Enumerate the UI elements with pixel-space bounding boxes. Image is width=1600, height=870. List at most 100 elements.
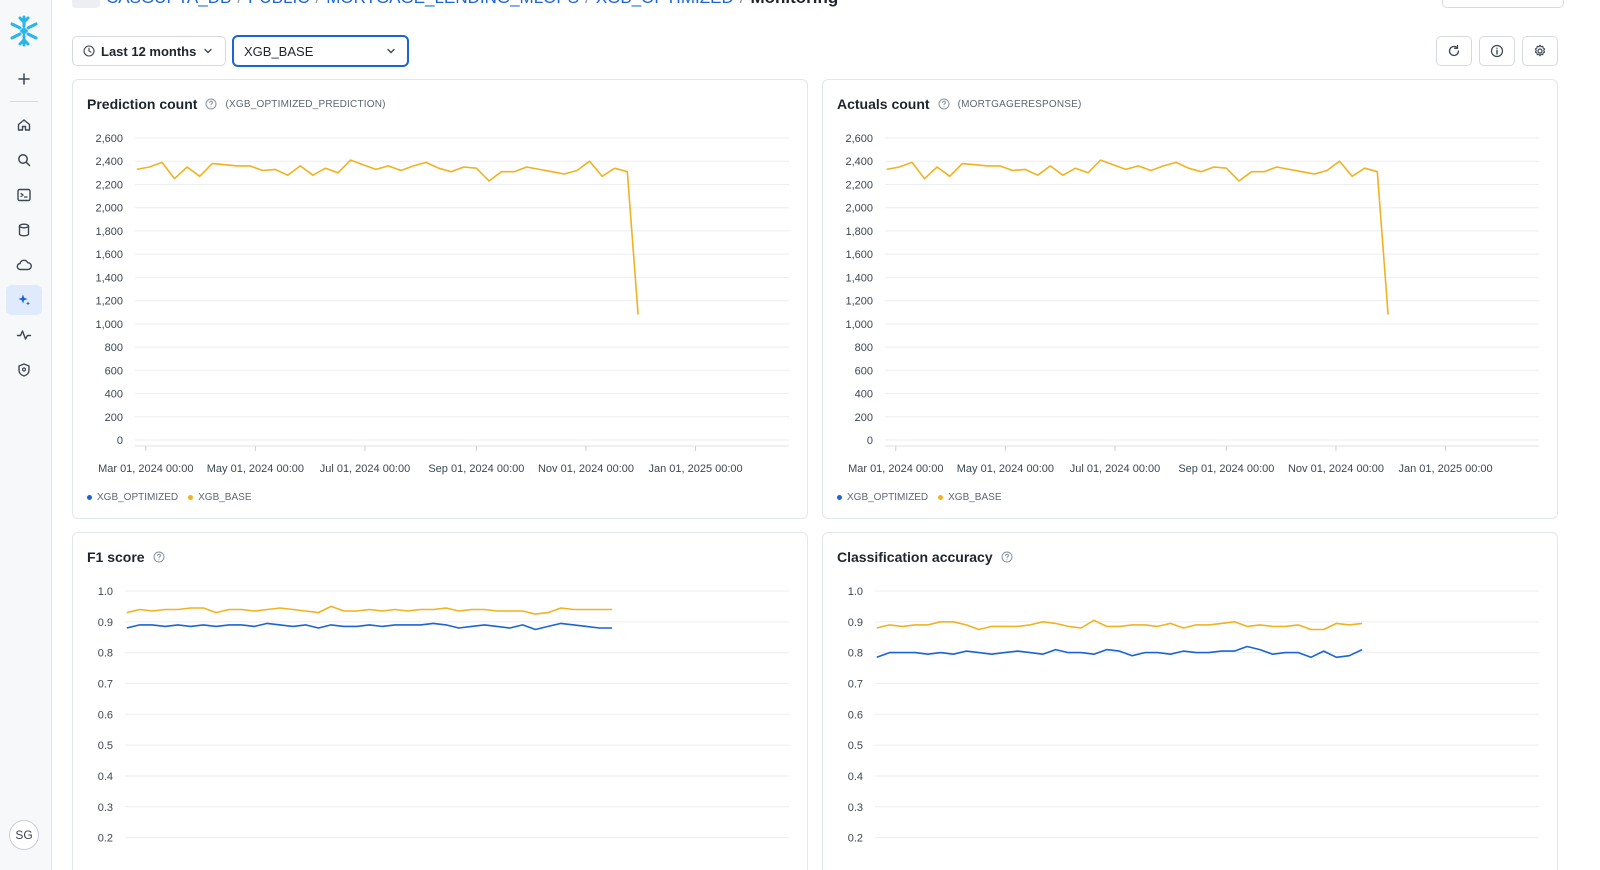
refresh-button[interactable] [1436,36,1472,66]
y-tick-label: 1,200 [845,296,873,308]
y-tick-label: 1,400 [845,272,873,284]
y-tick-label: 2,400 [845,156,873,168]
breadcrumb-separator: / [315,0,320,8]
breadcrumb: CASGUPTA_DB / PUBLIC / MORTGAGE_LENDING_… [72,0,838,8]
y-tick-label: 200 [105,412,123,424]
snowflake-logo-icon[interactable] [8,14,40,48]
sidebar-item-create[interactable] [6,64,42,94]
x-tick-label: Sep 01, 2024 00:00 [428,463,524,475]
main-content: CASGUPTA_DB / PUBLIC / MORTGAGE_LENDING_… [52,0,1600,870]
x-tick-label: May 01, 2024 00:00 [207,463,304,475]
clock-icon [83,45,95,57]
y-tick-label: 0.4 [98,771,113,783]
refresh-icon [1448,44,1460,57]
sidebar-item-monitoring[interactable] [6,320,42,350]
sidebar-item-home[interactable] [6,110,42,140]
y-tick-label: 2,200 [845,179,873,191]
time-range-button[interactable]: Last 12 months [72,36,226,66]
f1-score-card: F1 score 0.2 0.3 0.4 0.5 0.6 0.7 0.8 0.9 1.0 [72,532,808,870]
cloud-icon [16,259,32,271]
legend-item-base[interactable]: XGB_BASE [188,492,251,503]
x-tick-label: Jul 01, 2024 00:00 [1070,463,1161,475]
breadcrumb-item[interactable]: PUBLIC [248,0,309,8]
y-tick-label: 1.0 [98,586,113,598]
classification-accuracy-card: Classification accuracy 0.2 0.3 0.4 0.5 0.6 0… [822,532,1558,870]
y-tick-label: 1,000 [95,319,123,331]
series-line-xgb-base-drop [614,167,639,315]
y-tick-label: 800 [855,342,873,354]
settings-button[interactable] [1522,36,1558,66]
x-tick-label: Jul 01, 2024 00:00 [320,463,411,475]
x-tick-label: Jan 01, 2025 00:00 [1398,463,1492,475]
info-button[interactable] [1479,36,1515,66]
x-tick-label: May 01, 2024 00:00 [957,463,1054,475]
breadcrumb-item[interactable]: CASGUPTA_DB [106,0,231,8]
sidebar-divider [10,101,38,102]
breadcrumb-item[interactable]: MORTGAGE_LENDING_MLOPS [326,0,579,8]
x-tick-label: Nov 01, 2024 00:00 [538,463,634,475]
ai-sparkle-icon [18,294,30,306]
y-tick-label: 800 [105,342,123,354]
y-tick-label: 0.7 [98,678,113,690]
y-tick-label: 0.5 [848,740,863,752]
y-tick-label: 0 [117,435,123,447]
sidebar-item-search[interactable] [6,145,42,175]
y-tick-label: 1,800 [95,226,123,238]
sidebar-item-admin[interactable] [6,355,42,385]
legend-dot [837,495,842,500]
series-line-xgb-base [886,159,1389,315]
breadcrumb-separator: / [237,0,242,8]
header-action-button[interactable] [1442,0,1564,8]
y-tick-label: 1,600 [845,249,873,261]
avatar[interactable]: SG [9,820,39,850]
y-tick-label: 0.6 [848,709,863,721]
y-tick-label: 0.2 [98,833,113,845]
y-tick-label: 0.2 [848,833,863,845]
breadcrumb-item[interactable]: XGB_OPTIMIZED [596,0,734,8]
model-version-select[interactable]: XGB_BASE [232,35,409,67]
y-tick-label: 0.8 [98,648,113,660]
y-tick-label: 600 [105,365,123,377]
y-tick-label: 0 [867,435,873,447]
x-tick-label: Mar 01, 2024 00:00 [98,463,193,475]
terminal-icon [17,188,31,202]
y-tick-label: 0.7 [848,678,863,690]
y-tick-label: 0.4 [848,771,863,783]
legend-item-base[interactable]: XGB_BASE [938,492,1001,503]
series-line-xgb-base [126,605,613,615]
model-version-value: XGB_BASE [244,43,314,59]
y-tick-label: 0.6 [98,709,113,721]
y-tick-label: 1,800 [845,226,873,238]
y-tick-label: 0.9 [98,617,113,629]
y-tick-label: 400 [105,389,123,401]
y-tick-label: 0.8 [848,648,863,660]
chart-legend: XGB_OPTIMIZED XGB_BASE [87,492,255,503]
y-tick-label: 2,400 [95,156,123,168]
y-tick-label: 2,000 [95,203,123,215]
series-line-xgb-optimized [126,622,613,631]
sidebar: SG [0,0,52,870]
back-button[interactable] [72,0,100,8]
sidebar-item-ai-ml[interactable] [6,285,42,315]
f1-score-chart: 0.2 0.3 0.4 0.5 0.6 0.7 0.8 0.9 1.0 [98,586,789,845]
x-tick-label: Sep 01, 2024 00:00 [1178,463,1274,475]
page-title: Monitoring [750,0,838,8]
x-tick-label: Nov 01, 2024 00:00 [1288,463,1384,475]
sidebar-item-data[interactable] [6,215,42,245]
actuals-count-chart: 0 200 400 600 800 1,000 1,200 1,400 1,600 1,800 2,… [845,133,1539,475]
series-line-xgb-optimized [876,645,1363,659]
sidebar-item-data-products[interactable] [6,250,42,280]
y-tick-label: 0.3 [98,802,113,814]
legend-label: XGB_OPTIMIZED [847,492,929,503]
y-tick-label: 1,200 [95,296,123,308]
legend-item-optimized[interactable]: XGB_OPTIMIZED [837,492,928,503]
gear-icon [1534,44,1546,57]
breadcrumb-separator: / [740,0,745,8]
legend-item-optimized[interactable]: XGB_OPTIMIZED [87,492,178,503]
y-tick-label: 0.5 [98,740,113,752]
x-tick-label: Mar 01, 2024 00:00 [848,463,943,475]
legend-dot [938,495,944,500]
sidebar-item-projects[interactable] [6,180,42,210]
y-tick-label: 1.0 [848,586,863,598]
y-tick-label: 2,200 [95,179,123,191]
